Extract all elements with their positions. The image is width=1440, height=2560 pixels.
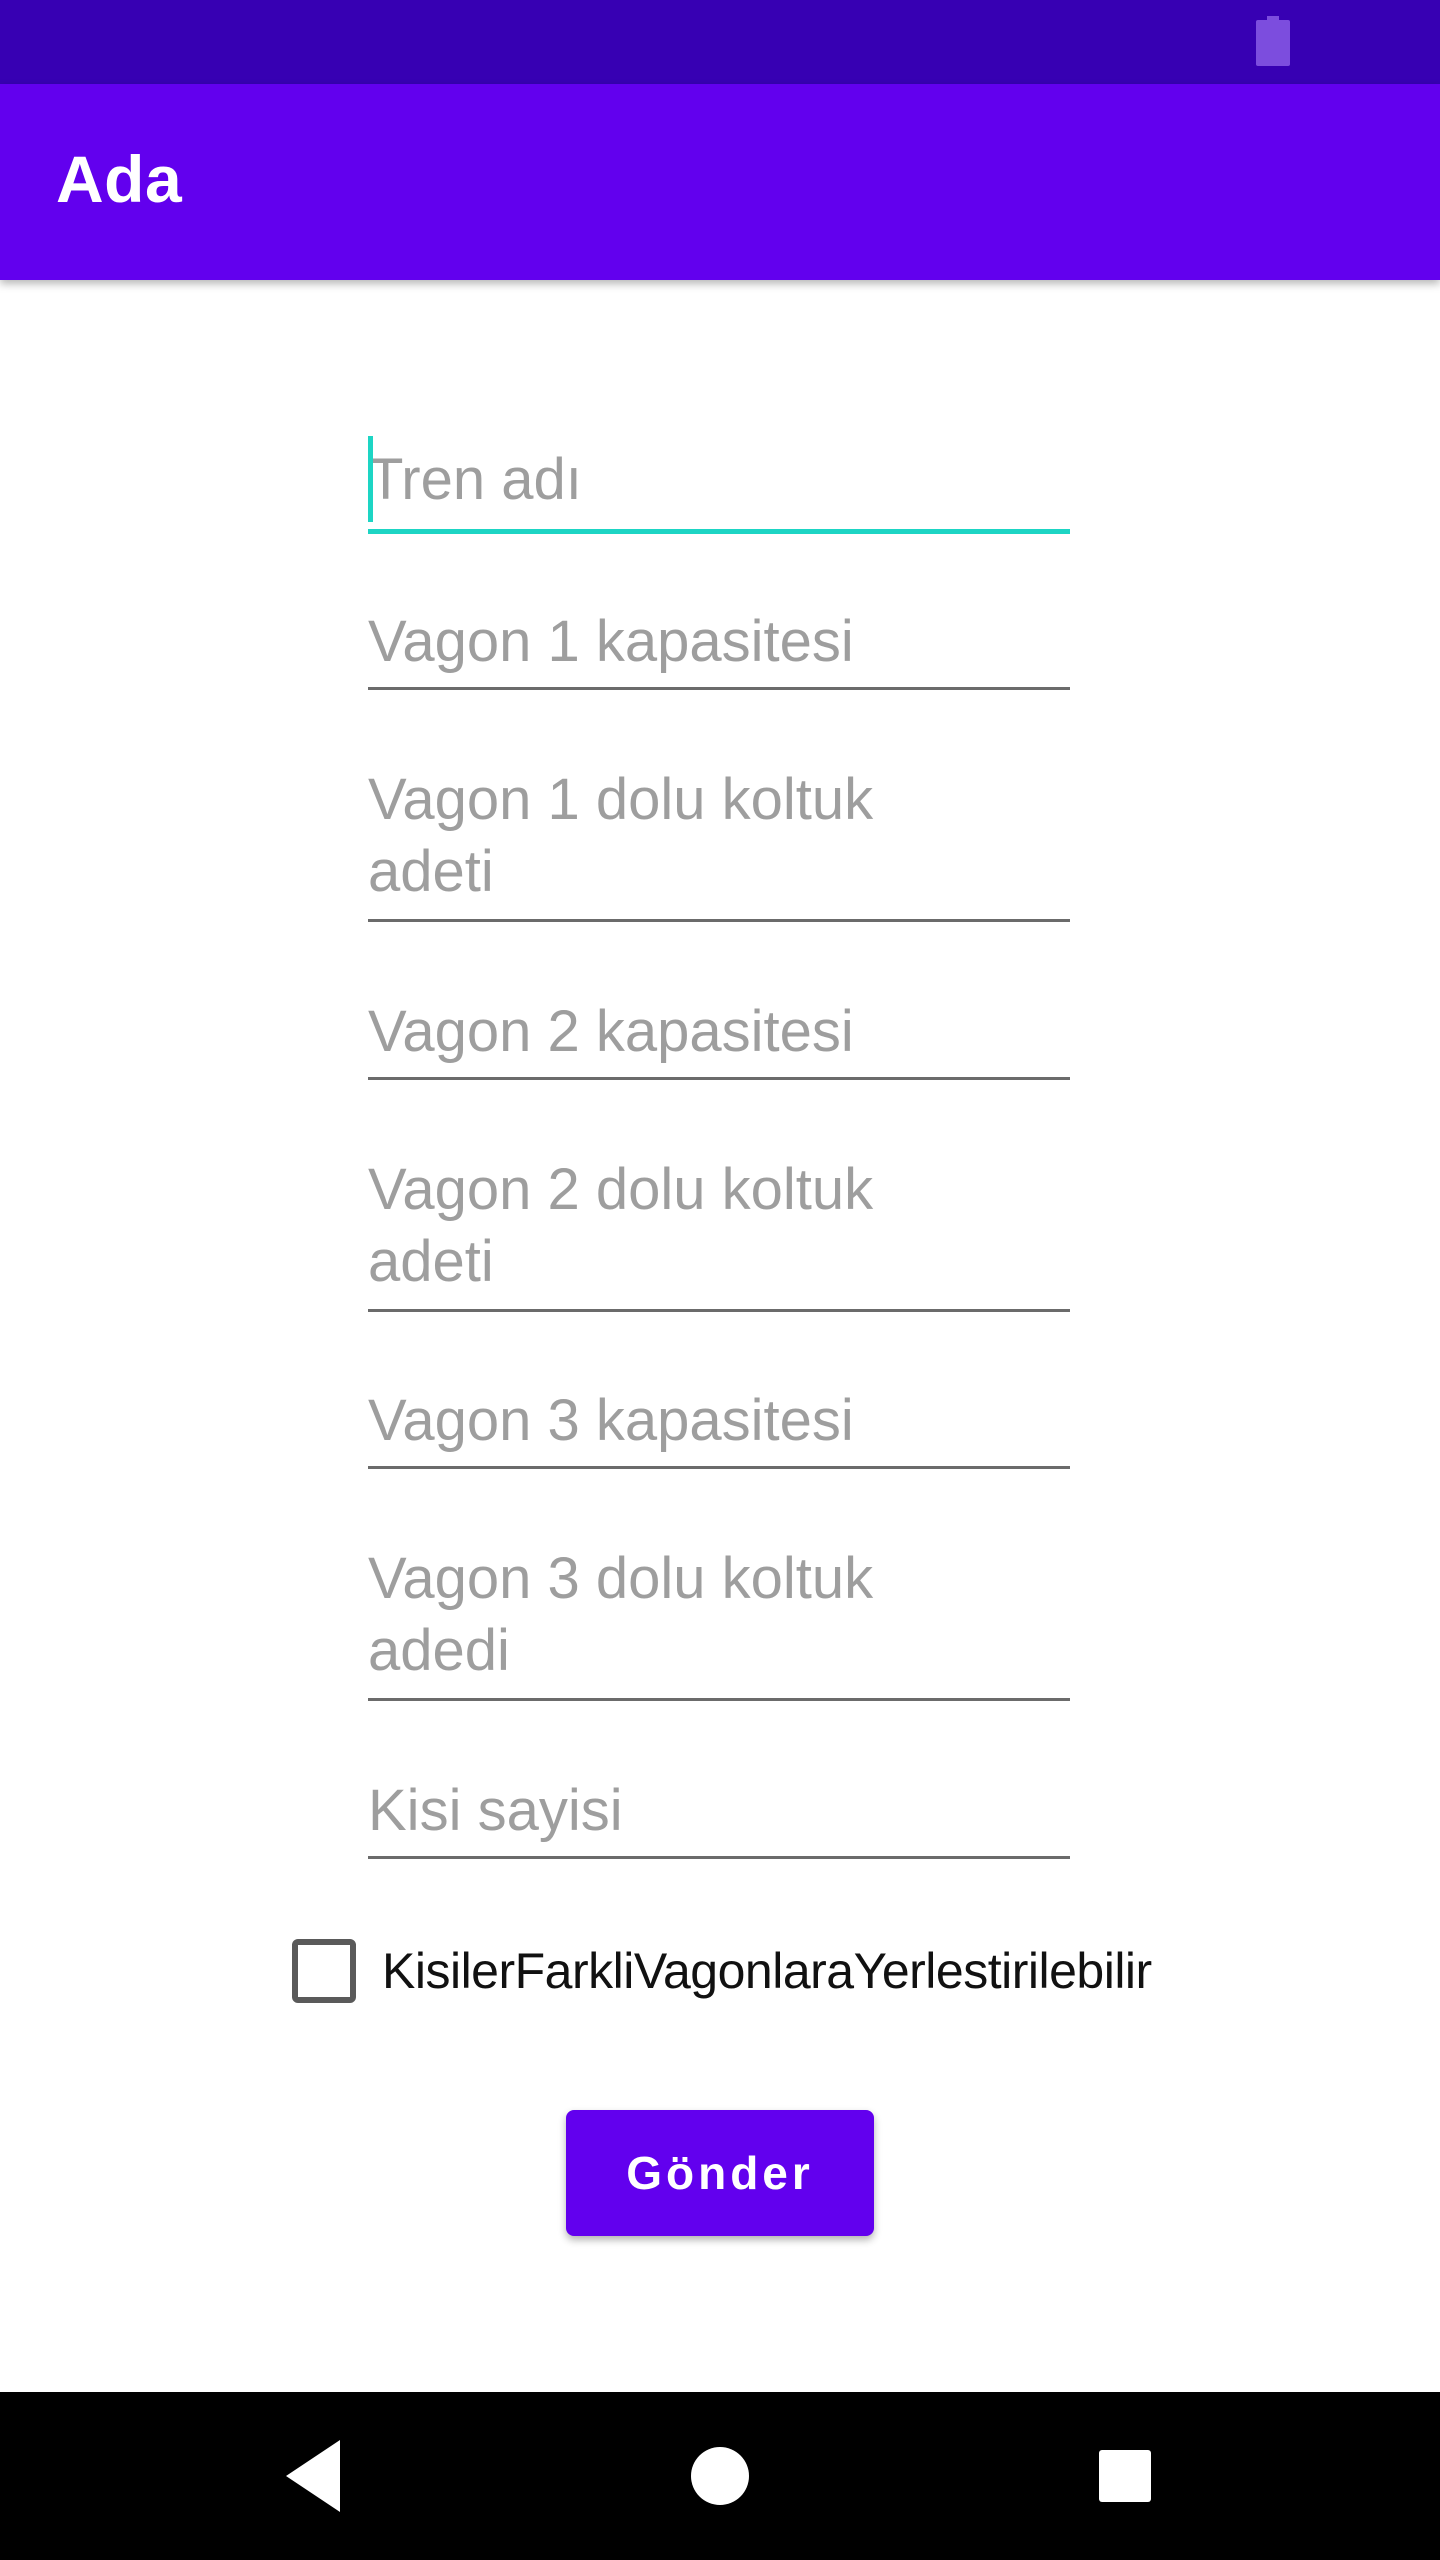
battery-icon — [1256, 16, 1290, 66]
wagon1-capacity-placeholder: Vagon 1 kapasitesi — [368, 609, 854, 674]
app-bar: Ada — [0, 84, 1440, 280]
person-count-input[interactable]: Kisi sayisi — [368, 1767, 1070, 1859]
form-container: Tren adı Vagon 1 kapasitesi Vagon 1 dolu… — [0, 280, 1440, 2392]
field-underline — [368, 1856, 1070, 1859]
field-underline — [368, 1466, 1070, 1469]
home-icon[interactable] — [660, 2392, 780, 2560]
recents-icon[interactable] — [1065, 2392, 1185, 2560]
field-underline — [368, 687, 1070, 690]
train-name-placeholder: Tren adı — [368, 447, 582, 512]
text-cursor — [368, 436, 373, 522]
field-underline — [368, 1309, 1070, 1312]
train-name-input[interactable]: Tren adı — [368, 436, 1070, 534]
field-underline — [368, 1077, 1070, 1080]
navigation-bar — [0, 2392, 1440, 2560]
back-icon[interactable] — [256, 2392, 376, 2560]
wagon1-capacity-input[interactable]: Vagon 1 kapasitesi — [368, 598, 1070, 690]
wagon1-occupied-placeholder: Vagon 1 dolu koltuk adeti — [368, 767, 874, 904]
wagon2-capacity-placeholder: Vagon 2 kapasitesi — [368, 999, 854, 1064]
wagon3-occupied-placeholder: Vagon 3 dolu koltuk adedi — [368, 1546, 874, 1683]
person-count-placeholder: Kisi sayisi — [368, 1778, 623, 1843]
split-wagons-checkbox-row[interactable]: KisilerFarkliVagonlaraYerlestirilebilir — [292, 1934, 1152, 2008]
wagon1-occupied-input[interactable]: Vagon 1 dolu koltuk adeti — [368, 756, 1070, 922]
submit-button[interactable]: Gönder — [566, 2110, 874, 2236]
wagon3-capacity-input[interactable]: Vagon 3 kapasitesi — [368, 1377, 1070, 1469]
split-wagons-checkbox[interactable] — [292, 1939, 356, 2003]
field-underline — [368, 529, 1070, 534]
wagon2-occupied-input[interactable]: Vagon 2 dolu koltuk adeti — [368, 1146, 1070, 1312]
split-wagons-label[interactable]: KisilerFarkliVagonlaraYerlestirilebilir — [382, 1946, 1152, 1996]
wagon2-occupied-placeholder: Vagon 2 dolu koltuk adeti — [368, 1157, 874, 1294]
wagon3-occupied-input[interactable]: Vagon 3 dolu koltuk adedi — [368, 1535, 1070, 1701]
status-bar — [0, 0, 1440, 84]
wagon2-capacity-input[interactable]: Vagon 2 kapasitesi — [368, 988, 1070, 1080]
app-title: Ada — [56, 142, 183, 216]
field-underline — [368, 1698, 1070, 1701]
wagon3-capacity-placeholder: Vagon 3 kapasitesi — [368, 1388, 854, 1453]
field-underline — [368, 919, 1070, 922]
